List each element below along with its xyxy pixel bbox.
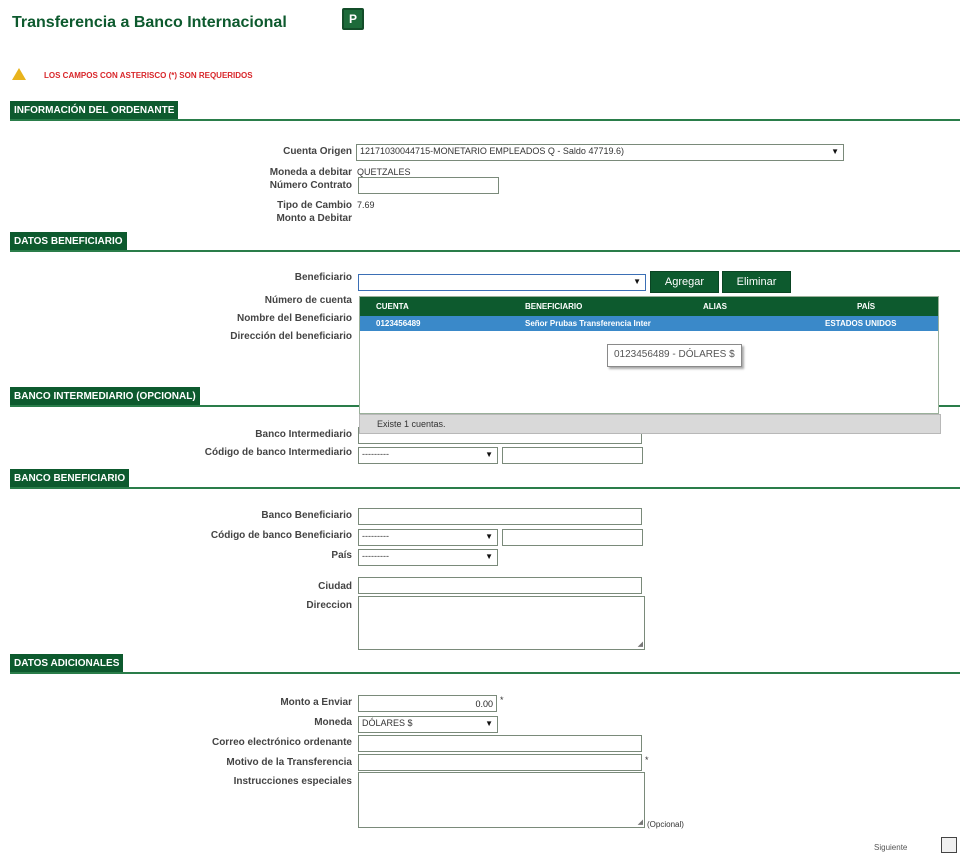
section-divider [10, 119, 960, 121]
instrucciones-textarea[interactable]: ◢ [358, 772, 645, 828]
correo-label: Correo electrónico ordenante [211, 737, 352, 748]
help-icon[interactable]: P [342, 8, 364, 30]
moneda-debitar-value: QUETZALES [357, 167, 411, 177]
account-tooltip: 0123456489 - DÓLARES $ [607, 344, 742, 367]
column-beneficiario: BENEFICIARIO [525, 302, 583, 311]
chevron-down-icon: ▼ [485, 552, 493, 561]
monto-debitar-label: Monto a Debitar [276, 213, 352, 224]
required-notice: LOS CAMPOS CON ASTERISCO (*) SON REQUERI… [44, 71, 253, 80]
add-beneficiario-button[interactable]: Agregar [650, 271, 719, 293]
pais-label: País [331, 550, 352, 561]
warning-icon [12, 68, 26, 80]
beneficiario-select[interactable]: ▼ [358, 274, 646, 291]
codigo-intermediario-label: Código de banco Intermediario [204, 447, 352, 458]
chevron-down-icon: ▼ [485, 719, 493, 728]
cuenta-origen-value: 12171030044715-MONETARIO EMPLEADOS Q - S… [360, 146, 624, 156]
motivo-input[interactable] [358, 754, 642, 771]
chevron-down-icon: ▼ [831, 147, 839, 156]
banco-beneficiario-label: Banco Beneficiario [261, 510, 352, 521]
cuenta-origen-label: Cuenta Origen [283, 146, 352, 157]
direccion-beneficiario-label: Dirección del beneficiario [230, 331, 352, 342]
codigo-intermediario-select[interactable]: --------- ▼ [358, 447, 498, 464]
next-icon[interactable] [941, 837, 957, 853]
nombre-beneficiario-label: Nombre del Beneficiario [236, 313, 352, 324]
dropdown-header: CUENTA BENEFICIARIO ALIAS PAÍS [360, 297, 938, 316]
correo-input[interactable] [358, 735, 642, 752]
cuenta-origen-select[interactable]: 12171030044715-MONETARIO EMPLEADOS Q - S… [356, 144, 844, 161]
page-title: Transferencia a Banco Internacional [12, 14, 287, 31]
codigo-intermediario-input[interactable] [502, 447, 643, 464]
moneda-debitar-label: Moneda a debitar [269, 167, 352, 178]
moneda-label: Moneda [314, 717, 352, 728]
section-banco-beneficiario: BANCO BENEFICIARIO [10, 469, 130, 488]
moneda-select[interactable]: DÓLARES $ ▼ [358, 716, 498, 733]
beneficiario-label: Beneficiario [294, 272, 352, 283]
section-divider [10, 487, 960, 489]
column-alias: ALIAS [703, 302, 727, 311]
chevron-down-icon: ▼ [485, 532, 493, 541]
direccion-label: Direccion [306, 600, 352, 611]
section-ordenante: INFORMACIÓN DEL ORDENANTE [10, 101, 179, 120]
contrato-input[interactable] [358, 177, 499, 194]
resize-handle-icon[interactable]: ◢ [638, 640, 643, 648]
codigo-beneficiario-value: --------- [362, 531, 389, 541]
ciudad-label: Ciudad [318, 581, 352, 592]
codigo-beneficiario-input[interactable] [502, 529, 643, 546]
motivo-label: Motivo de la Transferencia [226, 757, 352, 768]
table-row[interactable]: 0123456489 Señor Prubas Transferencia In… [360, 316, 938, 331]
monto-enviar-input[interactable] [358, 695, 497, 712]
row-pais: ESTADOS UNIDOS [825, 319, 897, 328]
section-divider [10, 250, 960, 252]
dropdown-footer: Existe 1 cuentas. [359, 414, 941, 434]
tipo-cambio-value: 7.69 [357, 200, 375, 210]
column-pais: PAÍS [857, 302, 876, 311]
tipo-cambio-label: Tipo de Cambio [277, 200, 352, 211]
monto-enviar-label: Monto a Enviar [280, 697, 352, 708]
banco-intermediario-label: Banco Intermediario [255, 429, 352, 440]
opcional-note: (Opcional) [647, 820, 684, 829]
pais-value: --------- [362, 551, 389, 561]
row-beneficiario: Señor Prubas Transferencia Inter [525, 319, 651, 328]
codigo-intermediario-value: --------- [362, 449, 389, 459]
numero-cuenta-label: Número de cuenta [264, 295, 352, 306]
banco-beneficiario-input[interactable] [358, 508, 642, 525]
motivo-required-marker: * [645, 755, 649, 765]
section-divider [10, 672, 960, 674]
resize-handle-icon[interactable]: ◢ [638, 818, 643, 826]
moneda-value: DÓLARES $ [362, 718, 413, 728]
pais-select[interactable]: --------- ▼ [358, 549, 498, 566]
ciudad-input[interactable] [358, 577, 642, 594]
row-cuenta: 0123456489 [376, 319, 421, 328]
chevron-down-icon: ▼ [633, 277, 641, 286]
section-adicionales: DATOS ADICIONALES [10, 654, 124, 673]
column-cuenta: CUENTA [376, 302, 409, 311]
codigo-beneficiario-label: Código de banco Beneficiario [210, 530, 352, 541]
section-intermediario: BANCO INTERMEDIARIO (OPCIONAL) [10, 387, 200, 406]
chevron-down-icon: ▼ [485, 450, 493, 459]
monto-required-marker: * [500, 695, 504, 705]
direccion-textarea[interactable]: ◢ [358, 596, 645, 650]
codigo-beneficiario-select[interactable]: --------- ▼ [358, 529, 498, 546]
delete-beneficiario-button[interactable]: Eliminar [722, 271, 791, 293]
next-link[interactable]: Siguiente [874, 843, 907, 852]
section-beneficiario: DATOS BENEFICIARIO [10, 232, 127, 251]
instrucciones-label: Instrucciones especiales [233, 776, 352, 787]
contrato-label: Número Contrato [269, 180, 352, 191]
